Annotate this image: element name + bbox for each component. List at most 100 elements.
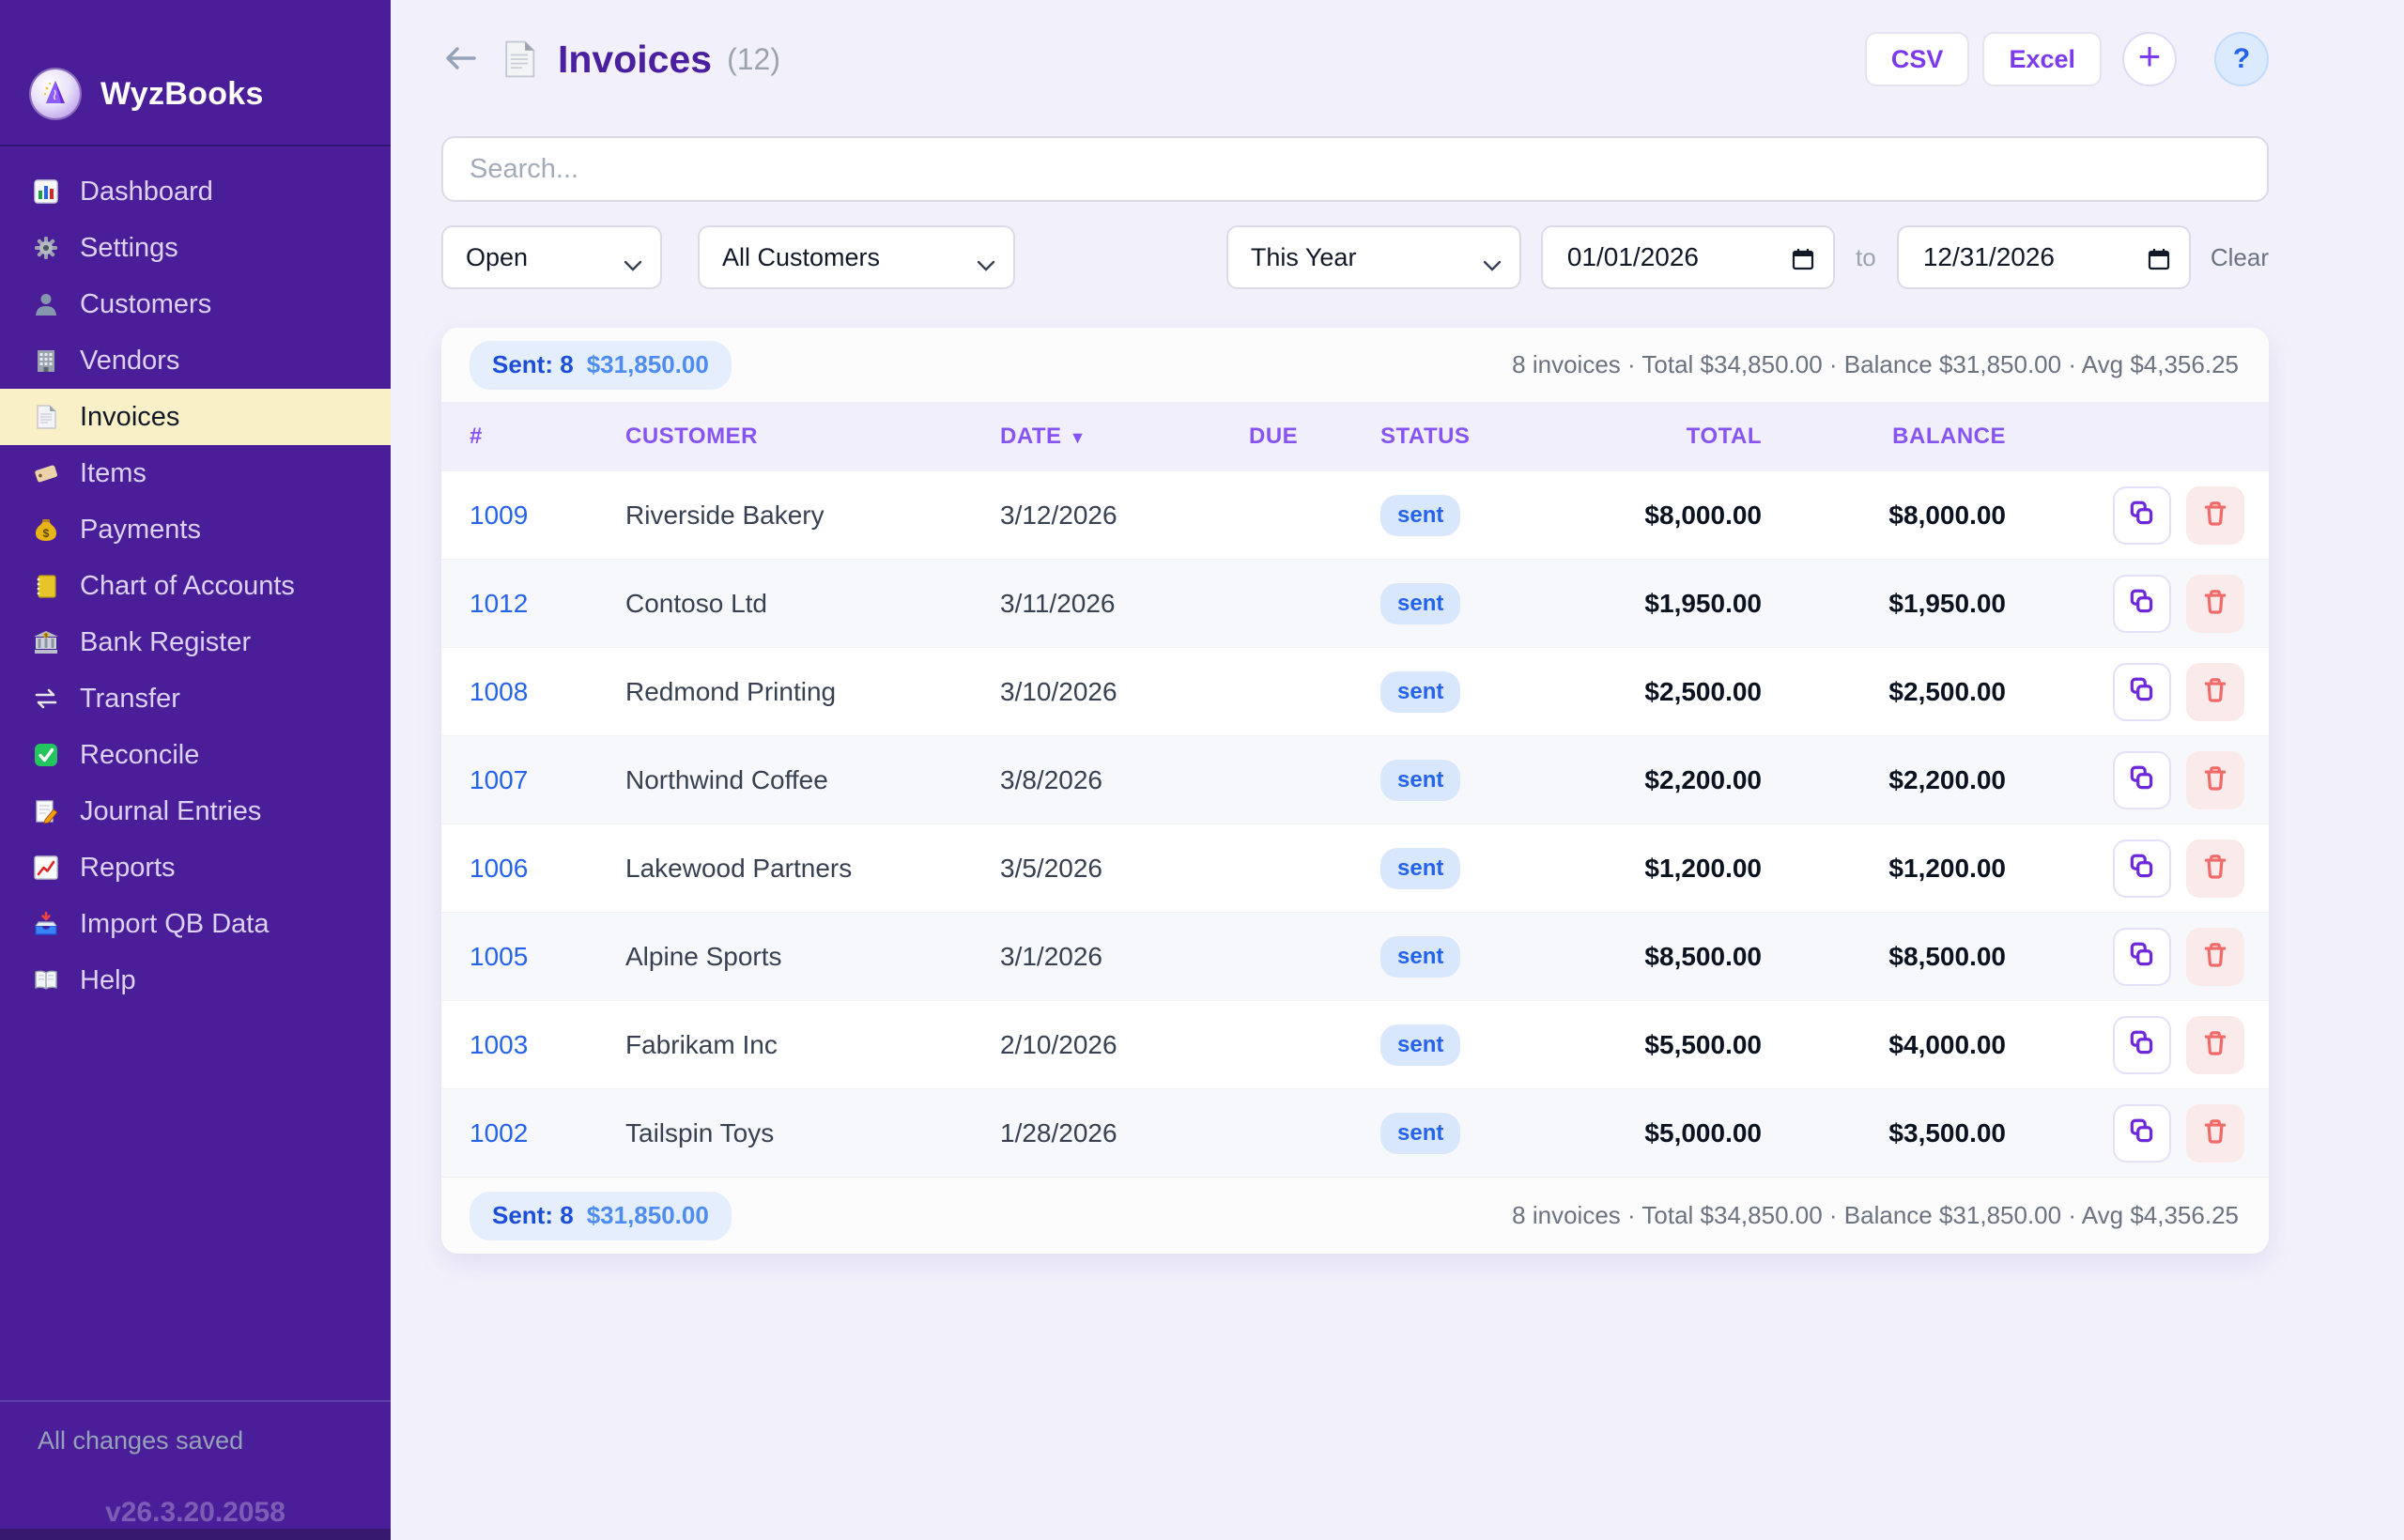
sidebar-nav: DashboardSettingsCustomers Vendors Invoice… (0, 146, 391, 1009)
sidebar-item-vendors[interactable]: Vendors (0, 332, 391, 389)
clear-filters-button[interactable]: Clear (2211, 243, 2269, 272)
delete-invoice-button[interactable] (2186, 928, 2244, 986)
delete-invoice-button[interactable] (2186, 663, 2244, 721)
calendar-icon[interactable] (1790, 246, 1816, 279)
excel-export-button[interactable]: Excel (1982, 32, 2102, 86)
delete-invoice-button[interactable] (2186, 486, 2244, 545)
column-label: BALANCE (1892, 424, 2006, 449)
customer-filter-value: All Customers (722, 243, 880, 272)
sidebar-item-payments[interactable]: $Payments (0, 501, 391, 558)
delete-invoice-button[interactable] (2186, 1016, 2244, 1074)
add-invoice-button[interactable]: + (2122, 32, 2177, 86)
sidebar-item-invoices[interactable]: Invoices (0, 389, 391, 445)
chart-up-icon (31, 853, 61, 883)
column-header-#[interactable]: # (441, 424, 625, 450)
duplicate-invoice-button[interactable] (2113, 575, 2171, 633)
invoice-number-link[interactable]: 1003 (470, 1030, 528, 1059)
invoice-number-link[interactable]: 1007 (470, 765, 528, 794)
invoice-number-link[interactable]: 1002 (470, 1118, 528, 1147)
copy-icon (2127, 1116, 2157, 1149)
column-label: CUSTOMER (625, 424, 758, 449)
sidebar-item-bank-register[interactable]: $Bank Register (0, 614, 391, 670)
sidebar-item-label: Journal Entries (80, 796, 261, 827)
invoice-number-link[interactable]: 1012 (470, 589, 528, 618)
date-from-input[interactable]: 01/01/2026 (1541, 225, 1835, 289)
bar-chart-icon (31, 177, 61, 207)
duplicate-invoice-button[interactable] (2113, 839, 2171, 898)
sidebar-item-customers[interactable]: Customers (0, 276, 391, 332)
invoice-date: 2/10/2026 (1000, 1030, 1117, 1059)
column-header-total[interactable]: TOTAL (1540, 424, 1775, 450)
sidebar-item-chart-of-accounts[interactable]: Chart of Accounts (0, 558, 391, 614)
duplicate-invoice-button[interactable] (2113, 663, 2171, 721)
table-header-row: #CUSTOMER DATE▼DUESTATUSTOTAL BALANCE (441, 403, 2269, 470)
sidebar-item-settings[interactable]: Settings (0, 220, 391, 276)
memo-pencil-icon (31, 796, 61, 826)
invoice-total: $2,500.00 (1644, 677, 1762, 706)
duplicate-invoice-button[interactable] (2113, 1016, 2171, 1074)
search-input[interactable] (441, 136, 2269, 202)
invoice-balance: $2,500.00 (1888, 677, 2006, 706)
invoice-number-link[interactable]: 1005 (470, 942, 528, 971)
delete-invoice-button[interactable] (2186, 751, 2244, 809)
sidebar-item-reconcile[interactable]: Reconcile (0, 727, 391, 783)
status-filter-select[interactable]: Open (441, 225, 662, 289)
person-icon (31, 289, 61, 319)
delete-invoice-button[interactable] (2186, 575, 2244, 633)
invoice-number-link[interactable]: 1009 (470, 500, 528, 530)
invoices-card: Sent: 8 $31,850.00 8 invoices · Total $3… (441, 328, 2269, 1254)
invoice-number-link[interactable]: 1008 (470, 677, 528, 706)
ledger-icon (31, 571, 61, 601)
delete-invoice-button[interactable] (2186, 1104, 2244, 1163)
table-row: 1006Lakewood Partners3/5/2026sent$1,200.… (441, 824, 2269, 912)
copy-icon (2127, 499, 2157, 531)
column-header-due[interactable]: DUE (1249, 424, 1380, 450)
csv-export-button[interactable]: CSV (1865, 32, 1970, 86)
sidebar-item-label: Vendors (80, 346, 179, 377)
sidebar-item-help[interactable]: Help (0, 952, 391, 1009)
trash-icon (2200, 940, 2230, 973)
status-badge: sent (1380, 848, 1460, 889)
copy-icon (2127, 940, 2157, 973)
date-range-to-label: to (1835, 243, 1897, 272)
duplicate-invoice-button[interactable] (2113, 486, 2171, 545)
help-button[interactable]: ? (2214, 32, 2269, 86)
column-header-date[interactable]: DATE▼ (1000, 424, 1249, 450)
customer-filter-select[interactable]: All Customers (698, 225, 1015, 289)
document-icon (31, 402, 61, 432)
chevron-down-icon (1482, 252, 1502, 281)
duplicate-invoice-button[interactable] (2113, 751, 2171, 809)
sidebar-item-transfer[interactable]: Transfer (0, 670, 391, 727)
column-header-balance[interactable]: BALANCE (1775, 424, 2019, 450)
sidebar-item-items[interactable]: Items (0, 445, 391, 501)
duplicate-invoice-button[interactable] (2113, 928, 2171, 986)
sidebar-footer-divider (0, 1400, 391, 1402)
main-content: Invoices (12) CSV Excel + ? Open All Cus… (391, 0, 2404, 1540)
customer-name: Contoso Ltd (625, 589, 767, 618)
wizard-logo-icon (31, 69, 80, 118)
sidebar-item-dashboard[interactable]: Dashboard (0, 163, 391, 220)
invoice-total: $5,500.00 (1644, 1030, 1762, 1059)
chevron-down-icon (976, 252, 996, 281)
sidebar-item-reports[interactable]: Reports (0, 839, 391, 896)
table-row: 1007Northwind Coffee3/8/2026sent$2,200.0… (441, 735, 2269, 824)
invoice-total: $8,000.00 (1644, 500, 1762, 530)
question-mark-icon: ? (2233, 43, 2250, 75)
duplicate-invoice-button[interactable] (2113, 1104, 2171, 1163)
date-to-input[interactable]: 12/31/2026 (1897, 225, 2191, 289)
svg-text:$: $ (44, 633, 48, 639)
invoice-balance: $4,000.00 (1888, 1030, 2006, 1059)
calendar-icon[interactable] (2146, 246, 2172, 279)
column-header-customer[interactable]: CUSTOMER (625, 424, 1000, 450)
customer-name: Tailspin Toys (625, 1118, 774, 1147)
delete-invoice-button[interactable] (2186, 839, 2244, 898)
column-header-status[interactable]: STATUS (1380, 424, 1540, 450)
invoice-balance: $8,500.00 (1888, 942, 2006, 971)
period-filter-select[interactable]: This Year (1226, 225, 1521, 289)
back-button[interactable] (441, 40, 479, 78)
table-row: 1003Fabrikam Inc2/10/2026sent$5,500.00$4… (441, 1000, 2269, 1088)
status-badge: sent (1380, 583, 1460, 624)
invoice-number-link[interactable]: 1006 (470, 854, 528, 883)
sidebar-item-import-qb-data[interactable]: Import QB Data (0, 896, 391, 952)
sidebar-item-journal-entries[interactable]: Journal Entries (0, 783, 391, 839)
